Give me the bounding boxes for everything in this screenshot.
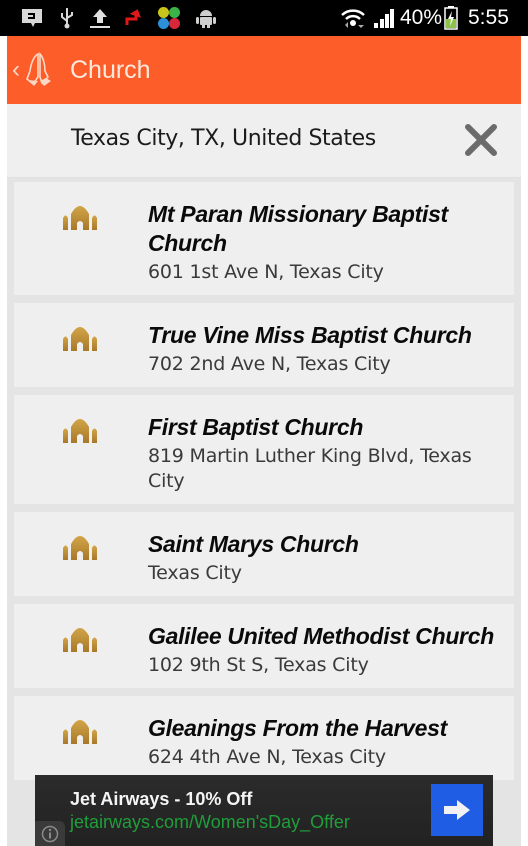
- ad-url[interactable]: jetairways.com/Women'sDay_Offer: [70, 812, 350, 833]
- red-arrow-icon: [124, 6, 148, 30]
- church-name[interactable]: First Baptist Church: [148, 413, 504, 442]
- signal-icon: [372, 6, 396, 30]
- info-icon[interactable]: [35, 821, 65, 846]
- church-icon: [62, 325, 98, 351]
- clock: 5:55: [468, 6, 509, 29]
- page-title: Church: [70, 55, 151, 84]
- list-item[interactable]: Saint Marys Church Texas City: [14, 512, 514, 596]
- action-bar: ‹ Church: [7, 36, 521, 104]
- church-icon: [62, 626, 98, 652]
- app-frame: ‹ Church Texas City, TX, United States M…: [7, 36, 521, 846]
- church-address: 102 9th St S, Texas City: [148, 654, 369, 676]
- results-list: Mt Paran Missionary Baptist Church 601 1…: [14, 182, 514, 788]
- upload-icon: [88, 6, 112, 30]
- church-address: 624 4th Ave N, Texas City: [148, 746, 386, 768]
- location-text[interactable]: Texas City, TX, United States: [71, 126, 376, 151]
- church-address: 819 Martin Luther King Blvd, Texas City: [148, 445, 472, 492]
- usb-icon: [58, 6, 76, 30]
- church-icon: [62, 534, 98, 560]
- ad-banner[interactable]: Jet Airways - 10% Off jetairways.com/Wom…: [35, 775, 493, 846]
- list-item[interactable]: Galilee United Methodist Church 102 9th …: [14, 604, 514, 688]
- church-name[interactable]: Saint Marys Church: [148, 530, 504, 559]
- status-bar: 40% 5:55: [0, 0, 528, 36]
- message-icon: [20, 6, 44, 30]
- battery-charging-icon: [443, 6, 459, 30]
- church-icon: [62, 417, 98, 443]
- chevron-left-icon[interactable]: ‹: [12, 58, 20, 82]
- church-name[interactable]: Mt Paran Missionary Baptist Church: [148, 200, 504, 258]
- clover-app-icon: [156, 6, 182, 30]
- location-bar: Texas City, TX, United States: [7, 104, 521, 178]
- church-name[interactable]: Galilee United Methodist Church: [148, 622, 504, 651]
- church-address: 601 1st Ave N, Texas City: [148, 261, 384, 283]
- church-icon: [62, 204, 98, 230]
- church-address: Texas City: [148, 562, 242, 584]
- ad-title[interactable]: Jet Airways - 10% Off: [70, 789, 252, 810]
- list-item[interactable]: Mt Paran Missionary Baptist Church 601 1…: [14, 182, 514, 295]
- list-item[interactable]: First Baptist Church 819 Martin Luther K…: [14, 395, 514, 504]
- arrow-right-icon[interactable]: [431, 784, 483, 836]
- list-item[interactable]: Gleanings From the Harvest 624 4th Ave N…: [14, 696, 514, 780]
- list-item[interactable]: True Vine Miss Baptist Church 702 2nd Av…: [14, 303, 514, 387]
- church-address: 702 2nd Ave N, Texas City: [148, 353, 391, 375]
- church-icon: [62, 718, 98, 744]
- wifi-icon: [340, 6, 366, 30]
- android-icon: [194, 6, 218, 30]
- church-name[interactable]: True Vine Miss Baptist Church: [148, 321, 504, 350]
- praying-hands-icon[interactable]: [24, 51, 54, 89]
- close-icon[interactable]: [463, 122, 499, 158]
- battery-percent: 40%: [400, 6, 443, 29]
- church-name[interactable]: Gleanings From the Harvest: [148, 714, 504, 743]
